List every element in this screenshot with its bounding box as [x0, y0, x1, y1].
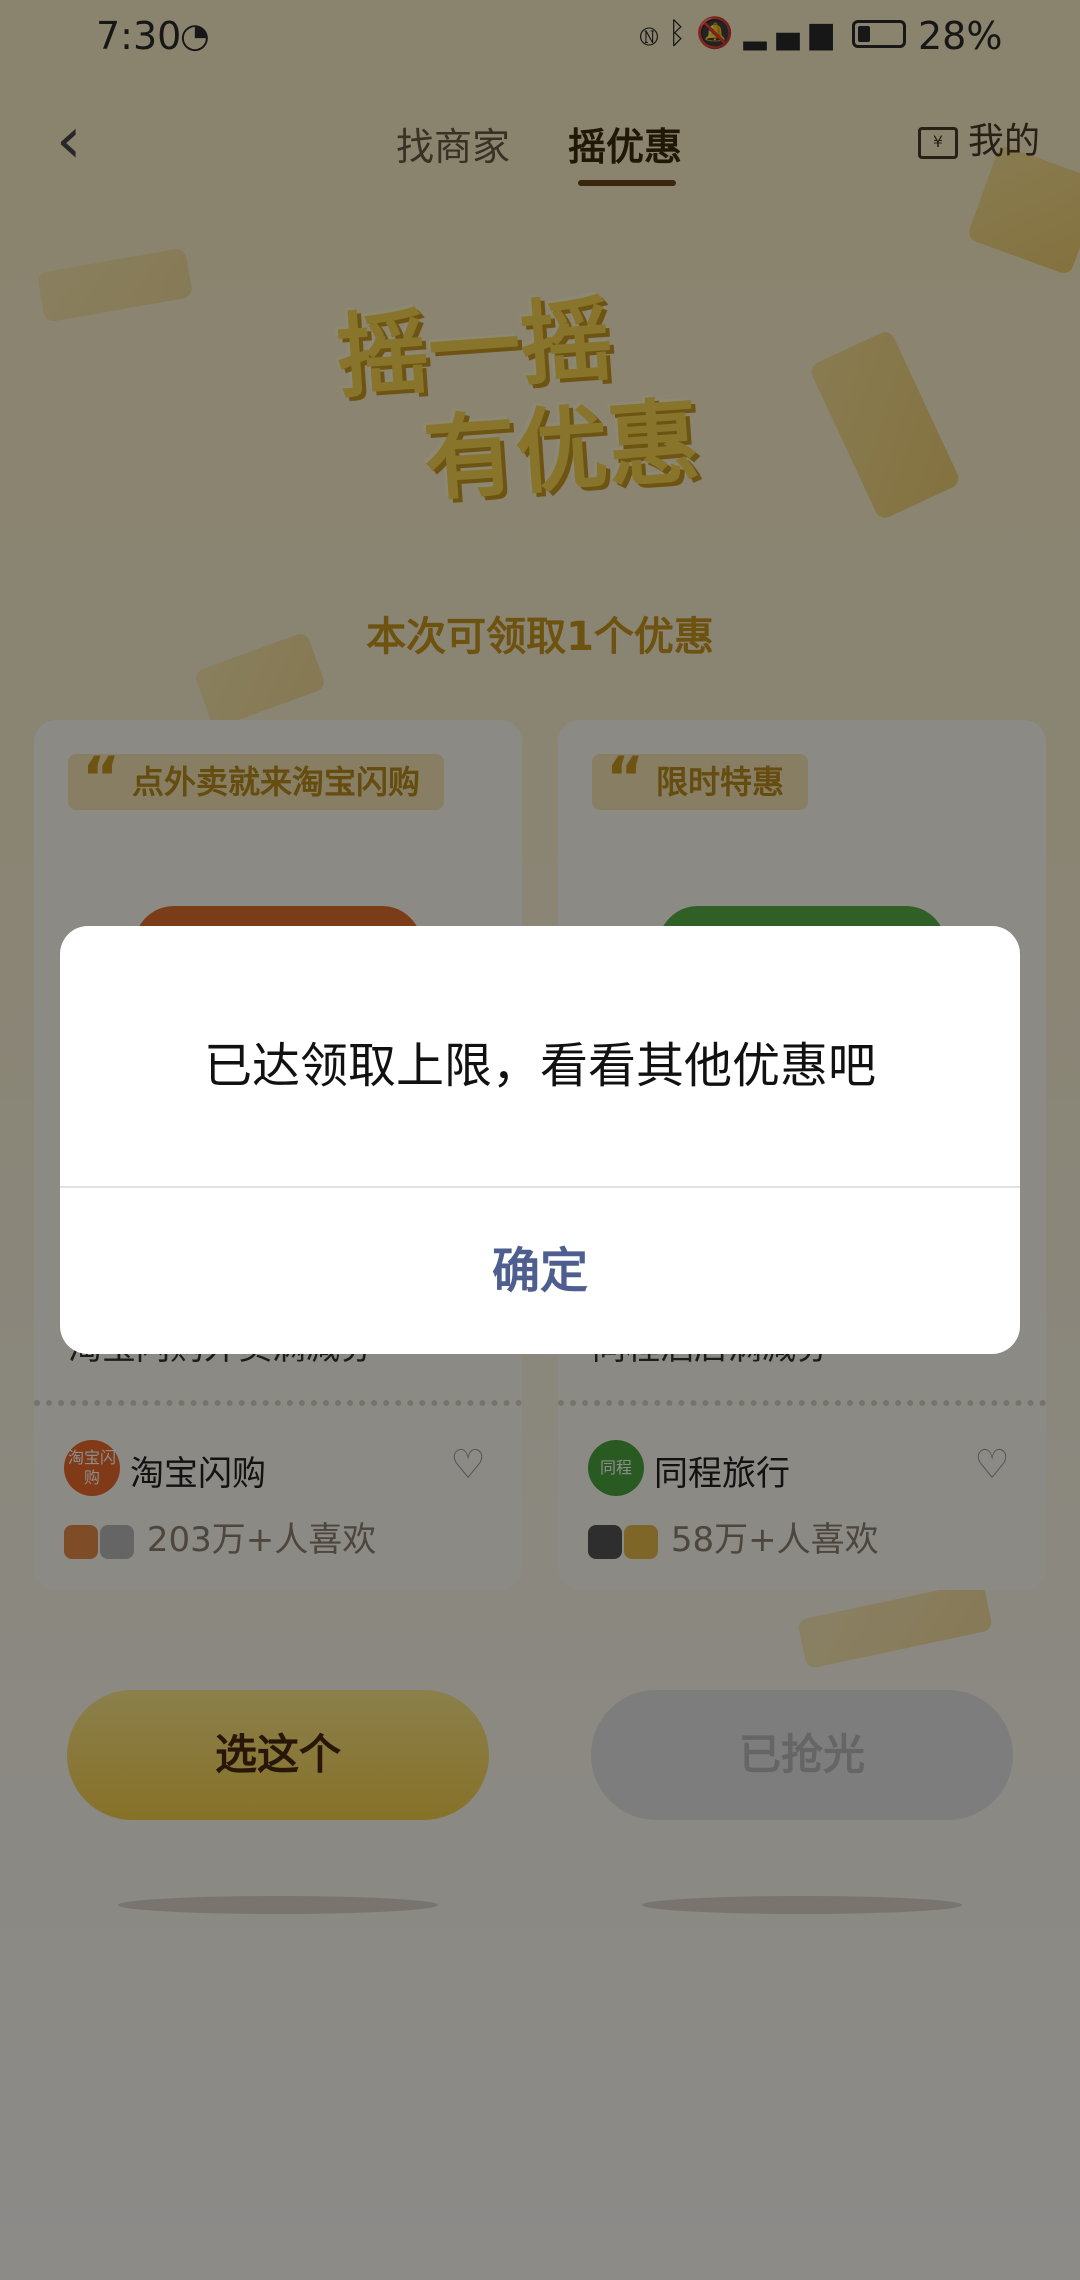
dialog-message: 已达领取上限，看看其他优惠吧 [203, 1038, 876, 1094]
limit-reached-dialog: 已达领取上限，看看其他优惠吧 确定 [60, 926, 1020, 1354]
confirm-button[interactable]: 确定 [60, 1188, 1020, 1354]
